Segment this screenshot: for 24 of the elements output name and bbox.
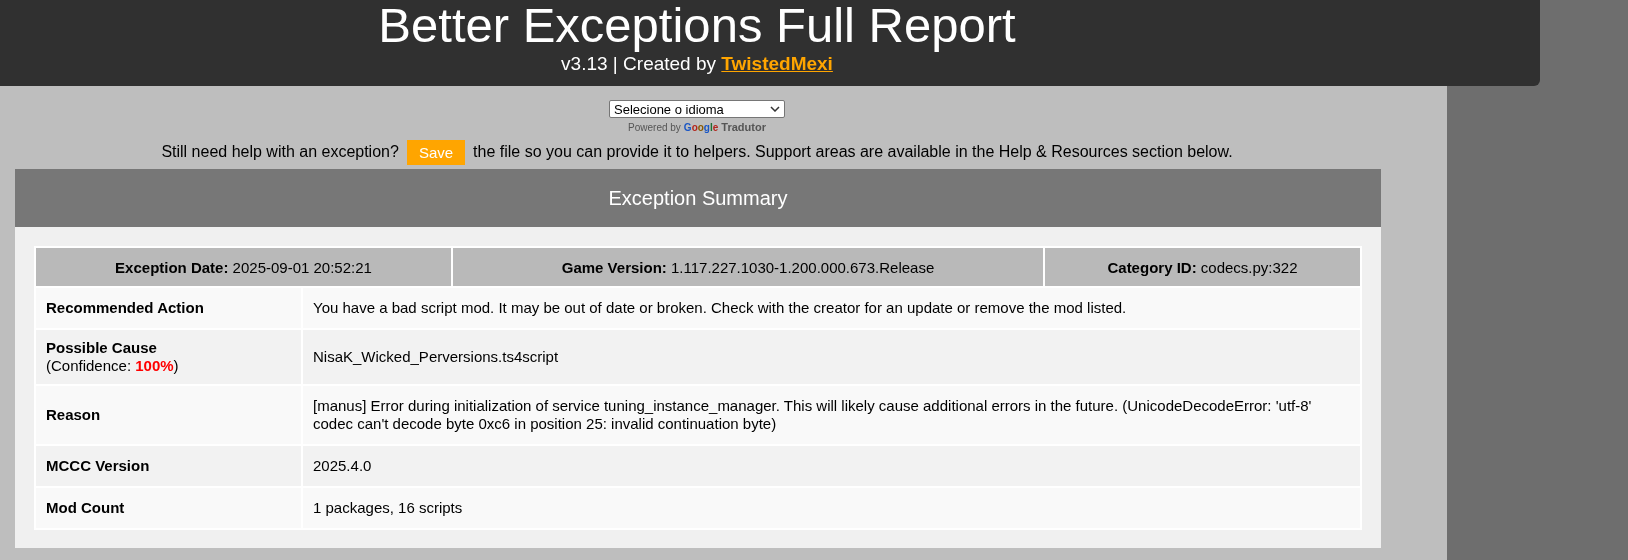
caret-icon: [770, 106, 780, 112]
row-value: 1 packages, 16 scripts: [303, 488, 1360, 528]
summary-header: Exception Summary: [15, 169, 1381, 227]
author-link[interactable]: TwistedMexi: [721, 53, 833, 74]
google-logo: Google: [683, 122, 719, 133]
row-label: Possible Cause: [46, 339, 158, 357]
language-select[interactable]: Selecione o idioma: [609, 100, 785, 118]
fact-cell: Game Version: 1.117.227.1030-1.200.000.673.Release: [453, 248, 1043, 286]
help-text: Still need help with an exception?: [161, 143, 399, 161]
row-value: 2025.4.0: [303, 446, 1360, 486]
fact-cell: Exception Date: 2025-09-01 20:52:21: [36, 248, 451, 286]
fact-cell: Category ID: codecs.py:322: [1045, 248, 1360, 286]
row-value: You have a bad script mod. It may be out of date or broken. Check with the creator for an update or remove the mod listed.: [303, 288, 1360, 328]
row-label: Mod Count: [46, 499, 126, 517]
confidence-note: (Confidence: 100%): [46, 357, 180, 375]
report-subtitle: v3.13 | Created by: [561, 53, 717, 74]
powered-by-label: Powered by: [628, 122, 681, 133]
row-value: [manus] Error during initialization of service tuning_instance_manager. This will likely cause additional errors in the future. (UnicodeDecodeError: 'utf-8' codec can't decode byte 0xc6 in position 25: invalid continuation byte): [303, 386, 1360, 444]
row-label: Recommended Action: [46, 299, 205, 317]
row-value: NisaK_Wicked_Perversions.ts4script: [303, 330, 1360, 384]
row-label: MCCC Version: [46, 457, 151, 475]
translator-label: Tradutor: [721, 121, 766, 133]
row-label: Reason: [46, 406, 102, 424]
help-text: the file so you can provide it to helpers. Support areas are available in the Help & Resources section below.: [473, 143, 1233, 161]
